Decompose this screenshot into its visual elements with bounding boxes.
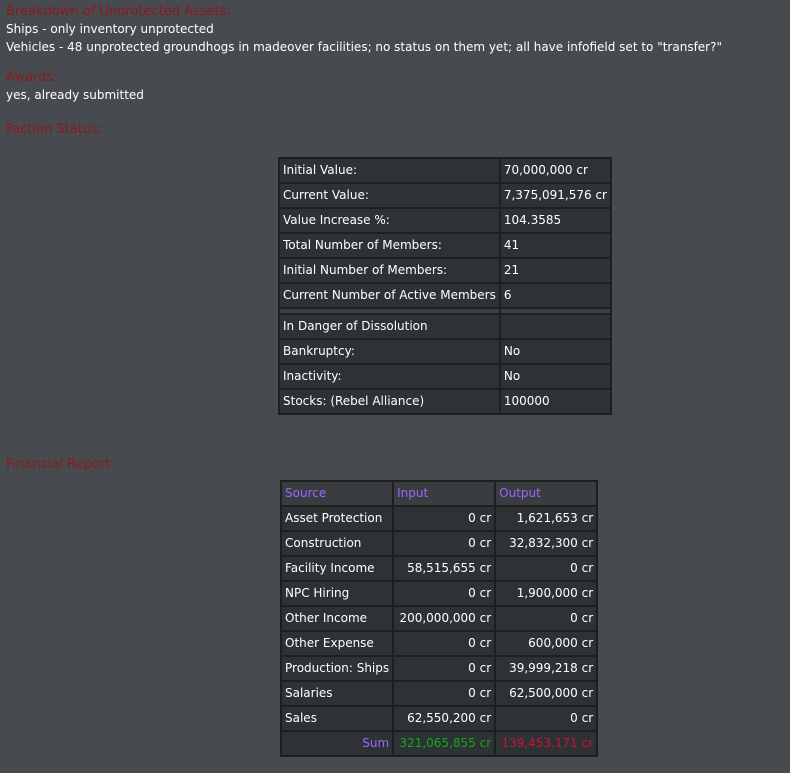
danger-row: In Danger of Dissolution bbox=[279, 314, 611, 339]
status-row: Current Value: 7,375,091,576 cr bbox=[279, 183, 611, 208]
danger-label: In Danger of Dissolution bbox=[279, 314, 500, 339]
faction-status-table-wrap: Initial Value: 70,000,000 cr Current Val… bbox=[278, 157, 612, 415]
financial-sum-row: Sum 321,065,855 cr 139,453,171 cr bbox=[281, 731, 598, 756]
status-row: Total Number of Members: 41 bbox=[279, 233, 611, 258]
status-row: Value Increase %: 104.3585 bbox=[279, 208, 611, 233]
faction-status-table: Initial Value: 70,000,000 cr Current Val… bbox=[278, 157, 612, 415]
status-label: Initial Number of Members: bbox=[279, 258, 500, 283]
financial-row: Other Income 200,000,000 cr 0 cr bbox=[281, 606, 598, 631]
financial-row: Salaries 0 cr 62,500,000 cr bbox=[281, 681, 598, 706]
financial-header-row: Source Input Output bbox=[281, 481, 598, 506]
status-row: Initial Number of Members: 21 bbox=[279, 258, 611, 283]
row-source: NPC Hiring bbox=[281, 581, 394, 606]
page: Breakdown of Unprotected Assets: Ships -… bbox=[0, 0, 790, 142]
status-label: Current Value: bbox=[279, 183, 500, 208]
row-source: Production: Ships bbox=[281, 656, 394, 681]
row-output: 0 cr bbox=[495, 606, 598, 631]
row-output: 62,500,000 cr bbox=[495, 681, 598, 706]
row-input: 0 cr bbox=[393, 531, 496, 556]
row-input: 0 cr bbox=[393, 631, 496, 656]
row-input: 58,515,655 cr bbox=[393, 556, 496, 581]
danger-value: No bbox=[499, 364, 611, 389]
awards-heading: Awards: bbox=[6, 70, 58, 85]
header-source: Source bbox=[281, 481, 394, 506]
row-input: 0 cr bbox=[393, 581, 496, 606]
row-source: Other Expense bbox=[281, 631, 394, 656]
status-value: 6 bbox=[499, 283, 611, 308]
row-source: Construction bbox=[281, 531, 394, 556]
danger-label: Inactivity: bbox=[279, 364, 500, 389]
financial-row: Production: Ships 0 cr 39,999,218 cr bbox=[281, 656, 598, 681]
financial-report-table: Source Input Output Asset Protection 0 c… bbox=[280, 480, 599, 757]
sum-label: Sum bbox=[281, 731, 394, 756]
financial-row: Other Expense 0 cr 600,000 cr bbox=[281, 631, 598, 656]
header-input: Input bbox=[393, 481, 496, 506]
status-label: Total Number of Members: bbox=[279, 233, 500, 258]
status-value: 104.3585 bbox=[499, 208, 611, 233]
row-input: 62,550,200 cr bbox=[393, 706, 496, 731]
status-label: Initial Value: bbox=[279, 158, 500, 183]
row-source: Salaries bbox=[281, 681, 394, 706]
row-output: 600,000 cr bbox=[495, 631, 598, 656]
unprotected-assets-heading: Breakdown of Unprotected Assets: bbox=[6, 4, 231, 19]
financial-row: Asset Protection 0 cr 1,621,653 cr bbox=[281, 506, 598, 531]
financial-row: Facility Income 58,515,655 cr 0 cr bbox=[281, 556, 598, 581]
financial-row: Sales 62,550,200 cr 0 cr bbox=[281, 706, 598, 731]
awards-text: yes, already submitted bbox=[6, 88, 144, 102]
row-output: 1,900,000 cr bbox=[495, 581, 598, 606]
sum-input: 321,065,855 cr bbox=[393, 731, 496, 756]
status-value: 7,375,091,576 cr bbox=[499, 183, 611, 208]
row-input: 200,000,000 cr bbox=[393, 606, 496, 631]
danger-value: 100000 bbox=[499, 389, 611, 414]
danger-value: No bbox=[499, 339, 611, 364]
status-value: 21 bbox=[499, 258, 611, 283]
status-row: Initial Value: 70,000,000 cr bbox=[279, 158, 611, 183]
row-output: 32,832,300 cr bbox=[495, 531, 598, 556]
financial-row: Construction 0 cr 32,832,300 cr bbox=[281, 531, 598, 556]
financial-report-table-wrap: Source Input Output Asset Protection 0 c… bbox=[280, 480, 599, 757]
row-source: Facility Income bbox=[281, 556, 394, 581]
danger-value bbox=[499, 314, 611, 339]
vehicles-note: Vehicles - 48 unprotected groundhogs in … bbox=[6, 40, 722, 54]
row-output: 0 cr bbox=[495, 706, 598, 731]
row-input: 0 cr bbox=[393, 656, 496, 681]
row-source: Asset Protection bbox=[281, 506, 394, 531]
status-value: 70,000,000 cr bbox=[499, 158, 611, 183]
danger-label: Stocks: (Rebel Alliance) bbox=[279, 389, 500, 414]
danger-row: Inactivity: No bbox=[279, 364, 611, 389]
ships-note: Ships - only inventory unprotected bbox=[6, 22, 214, 36]
status-row: Current Number of Active Members 6 bbox=[279, 283, 611, 308]
financial-report-heading: Financial Report: bbox=[6, 457, 115, 472]
danger-label: Bankruptcy: bbox=[279, 339, 500, 364]
row-source: Other Income bbox=[281, 606, 394, 631]
status-label: Value Increase %: bbox=[279, 208, 500, 233]
sum-output: 139,453,171 cr bbox=[495, 731, 598, 756]
financial-row: NPC Hiring 0 cr 1,900,000 cr bbox=[281, 581, 598, 606]
row-input: 0 cr bbox=[393, 506, 496, 531]
danger-row: Bankruptcy: No bbox=[279, 339, 611, 364]
danger-row: Stocks: (Rebel Alliance) 100000 bbox=[279, 389, 611, 414]
status-label: Current Number of Active Members bbox=[279, 283, 500, 308]
row-output: 1,621,653 cr bbox=[495, 506, 598, 531]
header-output: Output bbox=[495, 481, 598, 506]
row-source: Sales bbox=[281, 706, 394, 731]
row-output: 39,999,218 cr bbox=[495, 656, 598, 681]
row-input: 0 cr bbox=[393, 681, 496, 706]
status-value: 41 bbox=[499, 233, 611, 258]
row-output: 0 cr bbox=[495, 556, 598, 581]
faction-status-heading: Faction Status: bbox=[6, 122, 103, 137]
